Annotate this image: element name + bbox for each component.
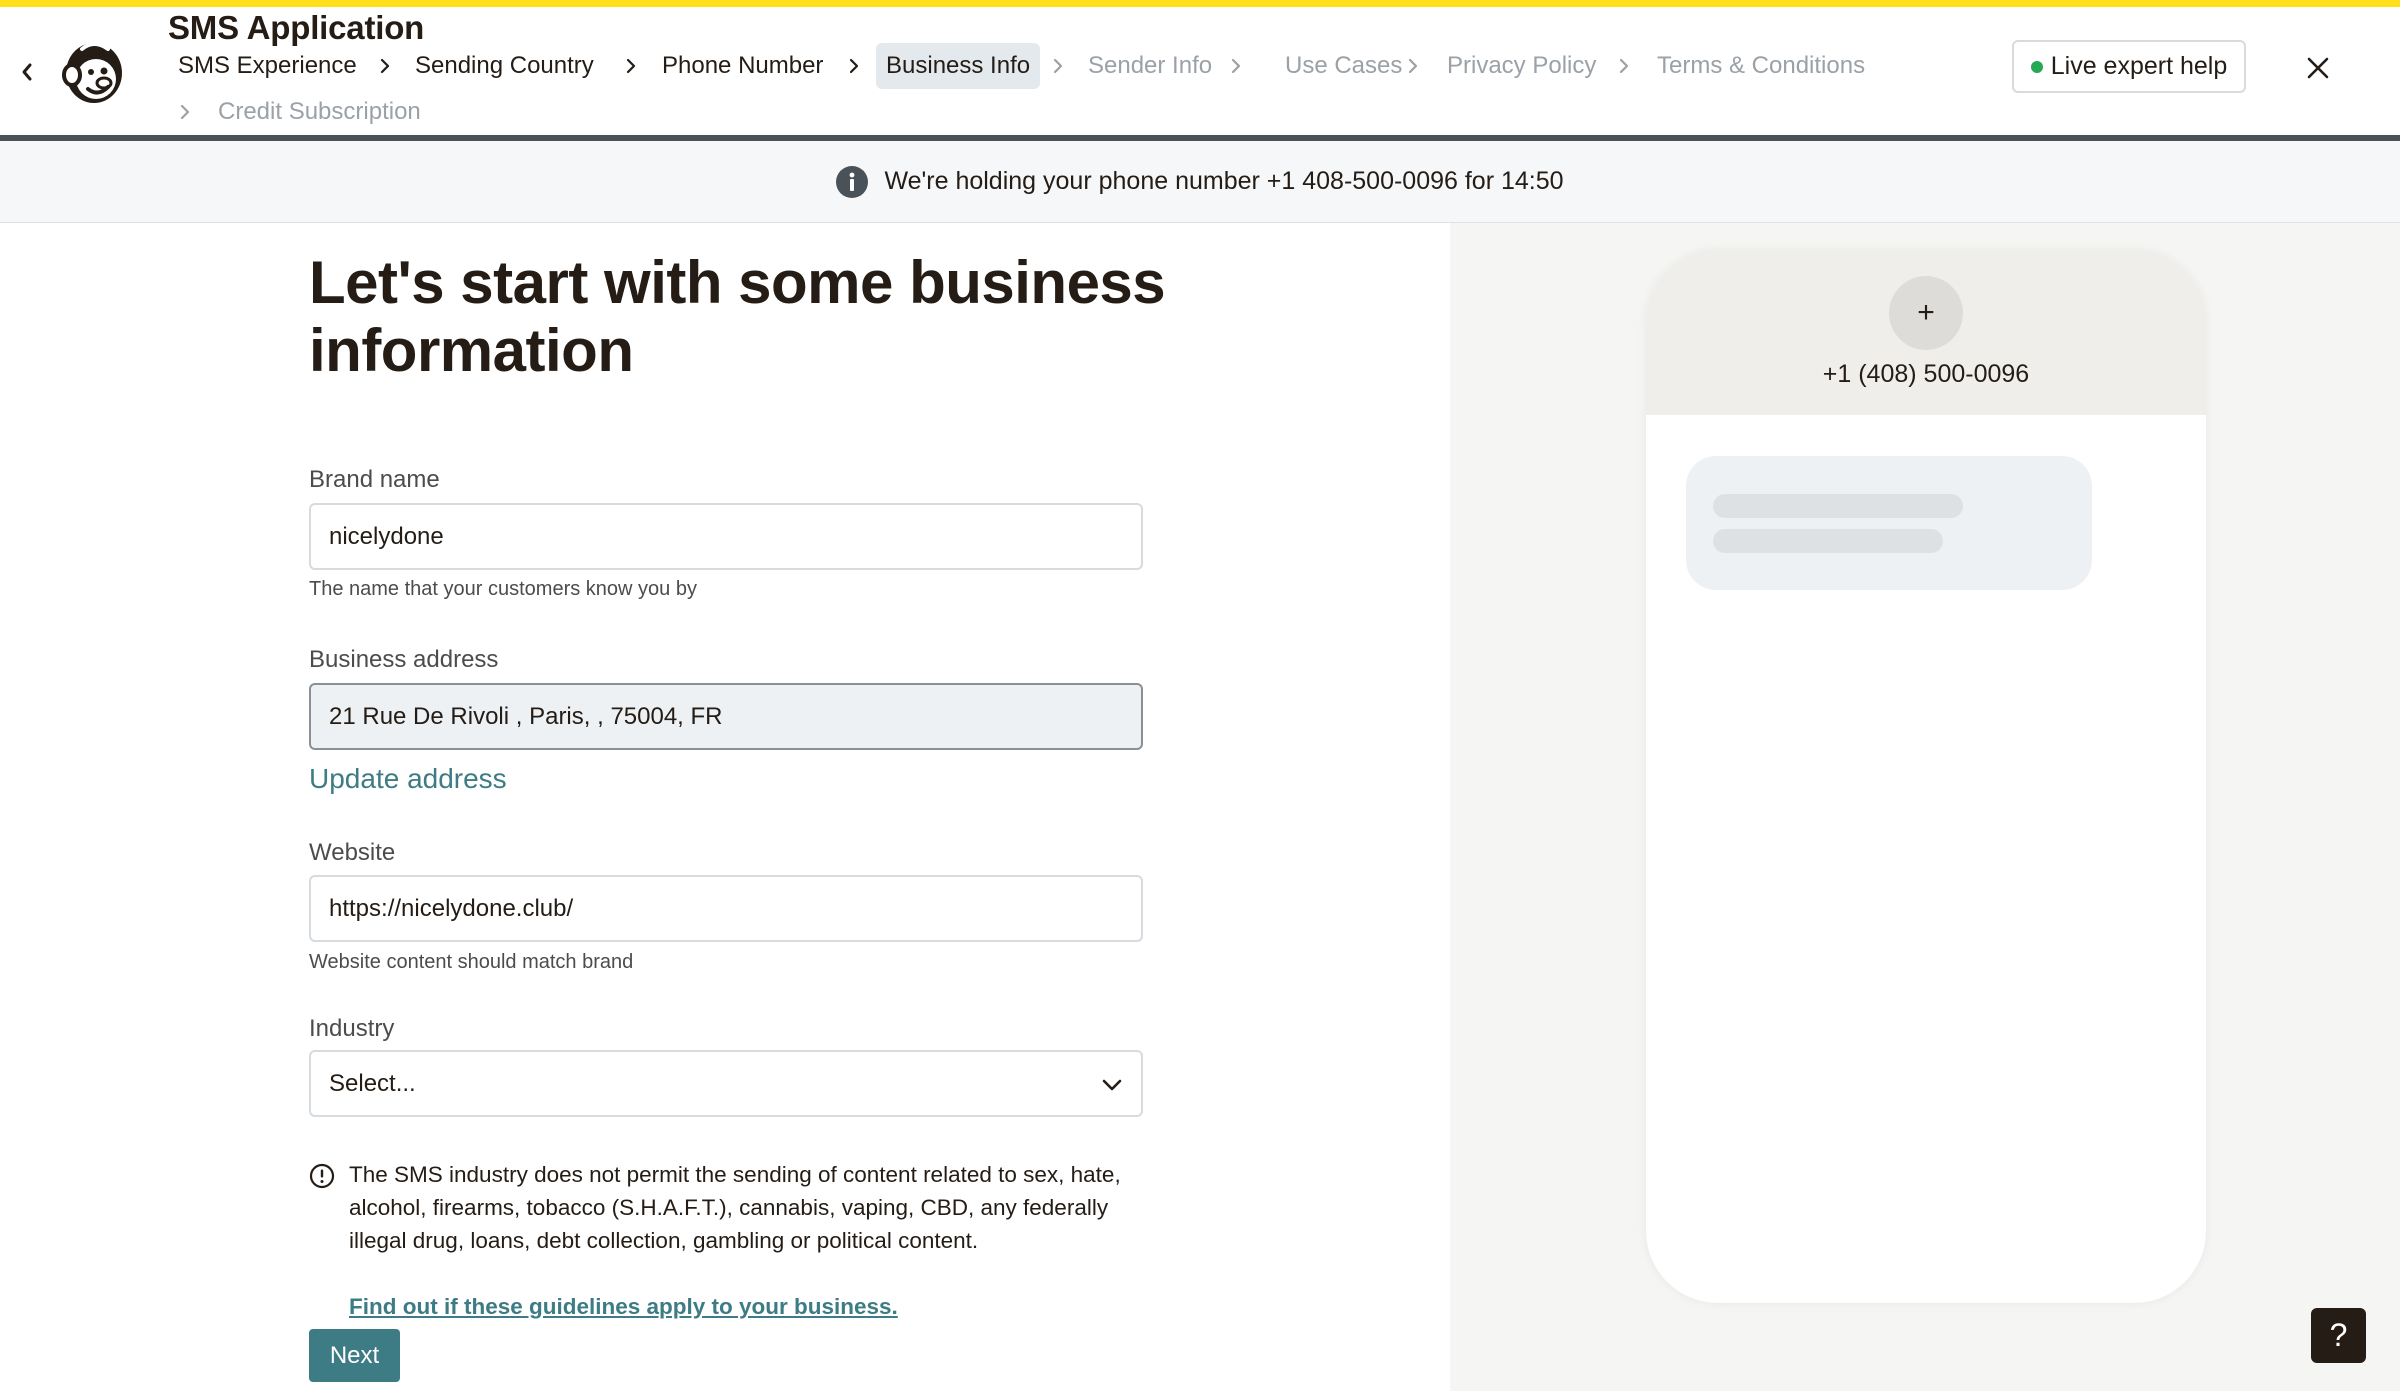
chevron-right-icon [622, 57, 640, 75]
business-address-label: Business address [309, 646, 499, 673]
mailchimp-logo [62, 42, 122, 103]
website-label: Website [309, 839, 396, 866]
chevron-right-icon [845, 57, 863, 75]
website-helper: Website content should match brand [309, 951, 634, 973]
chevron-right-icon [176, 103, 194, 121]
industry-select[interactable]: Select... [309, 1050, 1143, 1117]
chevron-right-icon [1227, 57, 1245, 75]
step-use-cases[interactable]: Use Cases [1275, 43, 1412, 89]
step-terms-conditions[interactable]: Terms & Conditions [1647, 43, 1875, 89]
chevron-right-icon [1404, 57, 1422, 75]
next-button[interactable]: Next [309, 1329, 400, 1382]
live-expert-help-button[interactable]: Live expert help [2012, 40, 2246, 93]
chevron-down-icon [1102, 1079, 1122, 1091]
skeleton-line [1713, 494, 1963, 518]
brand-name-input[interactable] [309, 503, 1143, 570]
brand-name-helper: The name that your customers know you by [309, 578, 697, 600]
sms-preview-panel: + +1 (408) 500-0096 [1450, 223, 2400, 1391]
phone-header: + +1 (408) 500-0096 [1646, 250, 2206, 415]
live-help-label: Live expert help [2050, 52, 2228, 80]
chevron-right-icon [376, 57, 394, 75]
industry-label: Industry [309, 1015, 395, 1042]
industry-selected-value: Select... [329, 1069, 416, 1097]
step-business-info[interactable]: Business Info [876, 43, 1041, 89]
alert-circle-icon [309, 1163, 335, 1189]
brand-stripe [0, 0, 2400, 7]
preview-phone-number: +1 (408) 500-0096 [1822, 360, 2030, 388]
help-button[interactable]: ? [2311, 1308, 2366, 1363]
brand-name-label: Brand name [309, 466, 440, 493]
step-sender-info[interactable]: Sender Info [1078, 43, 1222, 89]
step-phone-number[interactable]: Phone Number [652, 43, 833, 89]
step-sms-experience[interactable]: SMS Experience [168, 43, 367, 89]
skeleton-line [1713, 529, 1943, 553]
back-button[interactable] [14, 59, 40, 85]
step-privacy-policy[interactable]: Privacy Policy [1437, 43, 1606, 89]
page-title: Let's start with some business informati… [309, 249, 1166, 384]
notice-text: The SMS industry does not permit the sen… [349, 1162, 1121, 1253]
close-button[interactable] [2302, 52, 2334, 84]
chevron-right-icon [1615, 57, 1633, 75]
chevron-right-icon [1049, 57, 1067, 75]
phone-mockup: + +1 (408) 500-0096 [1646, 250, 2206, 1303]
chevron-left-icon [22, 63, 32, 81]
message-bubble-placeholder [1686, 456, 2092, 590]
update-address-link[interactable]: Update address [309, 763, 507, 795]
business-info-form: Let's start with some business informati… [0, 223, 1450, 1391]
business-address-input[interactable] [309, 683, 1143, 750]
banner-text: We're holding your phone number +1 408-5… [884, 167, 1564, 195]
contact-avatar: + [1889, 276, 1963, 350]
app-title: SMS Application [168, 9, 425, 46]
info-icon [836, 165, 869, 198]
hold-notice-banner: We're holding your phone number +1 408-5… [0, 141, 2400, 223]
top-header: SMS Application SMS Experience Sending C… [0, 7, 2400, 135]
step-sending-country[interactable]: Sending Country [405, 43, 604, 89]
guidelines-link[interactable]: Find out if these guidelines apply to yo… [349, 1290, 898, 1323]
close-icon [2307, 57, 2329, 79]
website-input[interactable] [309, 875, 1143, 942]
step-credit-subscription[interactable]: Credit Subscription [208, 89, 431, 135]
online-status-dot [2030, 60, 2043, 73]
